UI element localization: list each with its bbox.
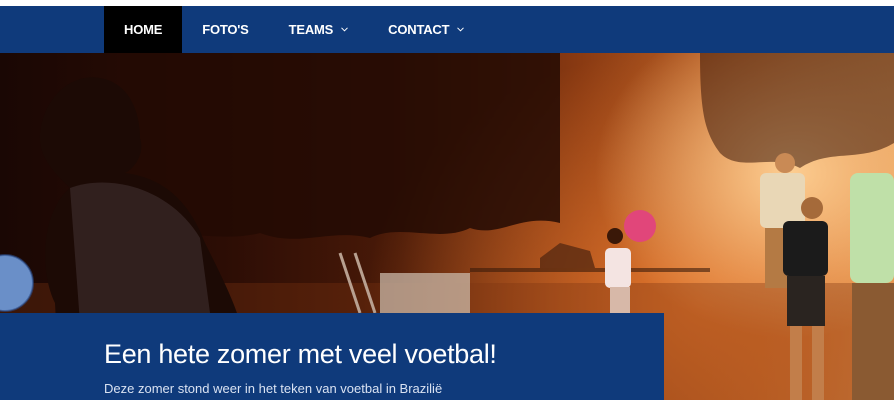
nav-item-label: HOME <box>124 22 163 37</box>
nav-item-home[interactable]: HOME <box>104 6 183 53</box>
nav-item-label: TEAMS <box>288 22 334 37</box>
nav-item-fotos[interactable]: FOTO'S <box>182 6 268 53</box>
nav-item-contact[interactable]: CONTACT <box>368 6 484 53</box>
chevron-down-icon <box>457 27 465 32</box>
main-nav: HOME FOTO'S TEAMS CONTACT <box>104 6 484 53</box>
chevron-down-icon <box>341 27 349 32</box>
hero-caption-subtitle: Deze zomer stond weer in het teken van v… <box>104 381 443 396</box>
nav-item-teams[interactable]: TEAMS <box>269 6 369 53</box>
main-navbar: HOME FOTO'S TEAMS CONTACT <box>0 6 894 53</box>
nav-item-label: FOTO'S <box>202 22 249 37</box>
hero-caption: Een hete zomer met veel voetbal! Deze zo… <box>0 313 664 400</box>
hero-caption-title[interactable]: Een hete zomer met veel voetbal! <box>104 339 497 370</box>
nav-item-label: CONTACT <box>388 22 450 37</box>
